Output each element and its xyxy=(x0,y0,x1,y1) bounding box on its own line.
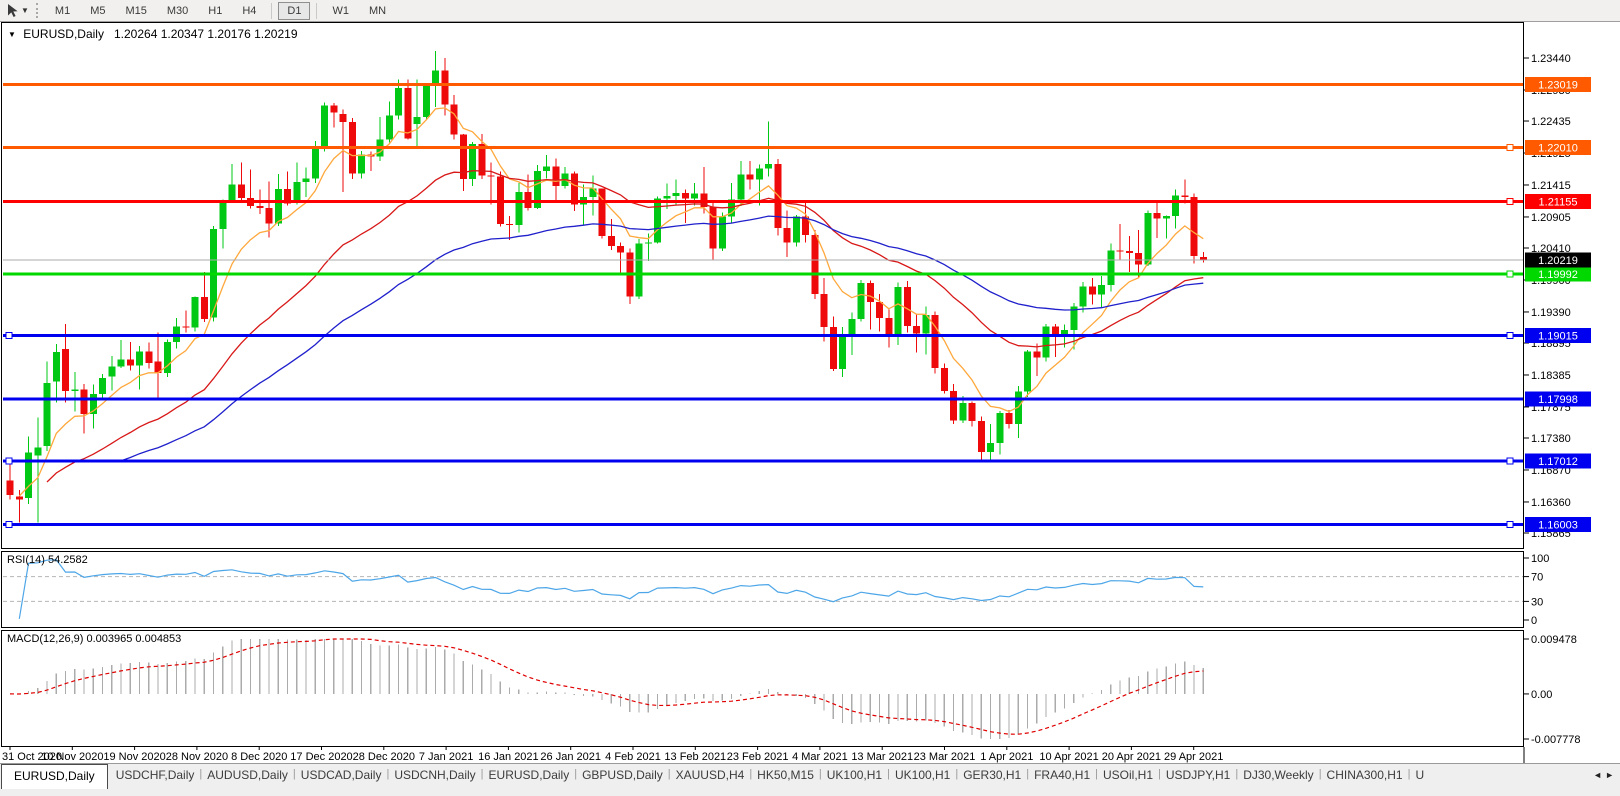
timeframe-button-h4[interactable]: H4 xyxy=(233,2,265,20)
date-axis-label: 10 Apr 2021 xyxy=(1039,751,1098,763)
tab-usdcad-daily[interactable]: USDCAD,Daily xyxy=(296,764,387,785)
cursor-arrow-icon xyxy=(8,4,18,17)
tab-china300-h1[interactable]: CHINA300,H1 xyxy=(1322,764,1408,785)
tab-audusd-daily[interactable]: AUDUSD,Daily xyxy=(202,764,293,785)
svg-text:1.21155: 1.21155 xyxy=(1539,196,1578,208)
main-chart-panel: 1.234401.229301.224351.219251.214151.209… xyxy=(0,22,1620,549)
macd-chart-canvas[interactable]: 0.009478 0.00 -0.007778 xyxy=(0,630,1620,747)
timeframe-button-m1[interactable]: M1 xyxy=(46,2,79,20)
date-axis-label: 28 Dec 2020 xyxy=(353,751,415,763)
svg-text:1.22435: 1.22435 xyxy=(1531,116,1571,128)
tab-usdjpy-h1[interactable]: USDJPY,H1 xyxy=(1161,764,1235,785)
tab-usdcnh-daily[interactable]: USDCNH,Daily xyxy=(389,764,480,785)
date-axis-label: 20 Apr 2021 xyxy=(1102,751,1161,763)
tab-uk100-h1[interactable]: UK100,H1 xyxy=(890,764,955,785)
timeframe-button-m30[interactable]: M30 xyxy=(158,2,197,20)
chart-tab-bar: EURUSD,Daily USDCHF,Daily | AUDUSD,Daily | US… xyxy=(0,763,1620,796)
rsi-panel: 100 70 30 0 RSI(14) 54.2582 xyxy=(0,551,1620,628)
date-axis-label: 29 Apr 2021 xyxy=(1164,751,1223,763)
rsi-axis[interactable]: 100 70 30 0 xyxy=(1524,553,1549,627)
trading-terminal-window: ▼ M1M5M15M30H1H4 D1 W1MN 1.234401.229301.2… xyxy=(0,0,1620,796)
svg-text:1.19390: 1.19390 xyxy=(1531,307,1571,319)
svg-text:1.22010: 1.22010 xyxy=(1538,143,1578,155)
svg-text:100: 100 xyxy=(1531,553,1549,565)
svg-text:1.19015: 1.19015 xyxy=(1538,330,1578,342)
svg-text:1.17998: 1.17998 xyxy=(1538,394,1578,406)
svg-text:1.16360: 1.16360 xyxy=(1531,497,1571,509)
svg-text:1.23019: 1.23019 xyxy=(1538,79,1578,91)
toolbar-grip[interactable] xyxy=(35,3,38,18)
tab-usdchf-daily[interactable]: USDCHF,Daily xyxy=(111,764,200,785)
timeframe-button-w1[interactable]: W1 xyxy=(323,2,358,20)
svg-text:1.18385: 1.18385 xyxy=(1531,370,1571,382)
macd-axis[interactable]: 0.009478 0.00 -0.007778 xyxy=(1524,634,1581,746)
time-axis[interactable]: 31 Oct 202010 Nov 2020 19 Nov 2020 28 Nov … xyxy=(2,747,1525,763)
tab-eurusd-daily[interactable]: EURUSD,Daily xyxy=(484,764,575,785)
tab-fra40-h1[interactable]: FRA40,H1 xyxy=(1029,764,1095,785)
tab-scroll-right-icon[interactable]: ► xyxy=(1605,770,1617,780)
svg-text:1.20219: 1.20219 xyxy=(1538,255,1578,267)
tab-scroll-left-icon[interactable]: ◄ xyxy=(1593,770,1605,780)
svg-text:1.16003: 1.16003 xyxy=(1538,519,1578,531)
date-axis-label: 13 Mar 2021 xyxy=(851,751,913,763)
date-axis-label: 16 Jan 2021 xyxy=(478,751,539,763)
toolbar-separator xyxy=(316,2,318,19)
date-axis-label: 19 Nov 2020 xyxy=(103,751,165,763)
rsi-chart-canvas[interactable]: 100 70 30 0 xyxy=(0,551,1620,628)
macd-panel: 0.009478 0.00 -0.007778 MACD(12,26,9) 0.00… xyxy=(0,630,1620,747)
timeframe-button-m15[interactable]: M15 xyxy=(116,2,155,20)
date-axis-label: 13 Feb 2021 xyxy=(664,751,726,763)
timeframe-button-m5[interactable]: M5 xyxy=(81,2,114,20)
tab-usoil-h1[interactable]: USOil,H1 xyxy=(1098,764,1158,785)
chart-tabs: EURUSD,Daily USDCHF,Daily | AUDUSD,Daily | US… xyxy=(0,764,1620,789)
svg-text:-0.007778: -0.007778 xyxy=(1531,734,1581,746)
tab-uk100-h1[interactable]: UK100,H1 xyxy=(822,764,887,785)
date-axis-label: 4 Feb 2021 xyxy=(605,751,661,763)
tab-eurusd-daily[interactable]: EURUSD,Daily xyxy=(1,764,108,789)
chevron-down-icon[interactable]: ▼ xyxy=(21,6,29,15)
svg-text:1.19992: 1.19992 xyxy=(1538,269,1578,281)
svg-text:1.17012: 1.17012 xyxy=(1538,456,1578,468)
price-chart-canvas[interactable]: 1.234401.229301.224351.219251.214151.209… xyxy=(0,22,1620,549)
timeframe-button-h1[interactable]: H1 xyxy=(199,2,231,20)
svg-text:0.009478: 0.009478 xyxy=(1531,634,1577,646)
date-axis-label: 17 Dec 2020 xyxy=(290,751,352,763)
date-axis-label: 23 Feb 2021 xyxy=(727,751,789,763)
svg-text:70: 70 xyxy=(1531,572,1543,584)
timeframe-button-mn[interactable]: MN xyxy=(360,2,395,20)
date-axis-label: 4 Mar 2021 xyxy=(792,751,848,763)
timeframe-button-d1[interactable]: D1 xyxy=(278,1,311,20)
svg-text:1.23440: 1.23440 xyxy=(1531,53,1571,65)
svg-text:1.17380: 1.17380 xyxy=(1531,433,1571,445)
timeframe-buttons: M1 M5 M15 M30 H1 H4 D1 W1 MN xyxy=(45,0,396,22)
date-axis-label: 23 Mar 2021 xyxy=(914,751,976,763)
tab-scroll-arrows: ◄► xyxy=(1593,770,1617,780)
tab-dj30-weekly[interactable]: DJ30,Weekly xyxy=(1238,764,1318,785)
date-axis-label: 28 Nov 2020 xyxy=(166,751,228,763)
svg-text:30: 30 xyxy=(1531,596,1543,608)
tab-xauusd-h4[interactable]: XAUUSD,H4 xyxy=(671,764,750,785)
tab-hk50-m15[interactable]: HK50,M15 xyxy=(752,764,819,785)
svg-text:0.00: 0.00 xyxy=(1531,689,1552,701)
svg-text:0: 0 xyxy=(1531,615,1537,627)
svg-text:1.20905: 1.20905 xyxy=(1531,212,1571,224)
date-axis-label: 7 Jan 2021 xyxy=(419,751,473,763)
tab-gbpusd-daily[interactable]: GBPUSD,Daily xyxy=(577,764,668,785)
cursor-tool-icon[interactable] xyxy=(3,2,21,20)
tab-ger30-h1[interactable]: GER30,H1 xyxy=(958,764,1026,785)
date-axis[interactable]: 31 Oct 2020 10 Nov 2020 19 Nov 2020 28 Nov … xyxy=(0,747,1620,763)
date-axis-label: 8 Dec 2020 xyxy=(231,751,287,763)
tab-u[interactable]: U xyxy=(1410,764,1429,785)
date-axis-label: 10 Nov 2020 xyxy=(41,751,103,763)
timeframe-toolbar: ▼ M1 M5 M15 M30 H1 H4 D1 W1 MN xyxy=(0,0,1620,22)
toolbar-separator xyxy=(271,2,273,19)
svg-text:1.21415: 1.21415 xyxy=(1531,180,1571,192)
date-axis-label: 26 Jan 2021 xyxy=(540,751,601,763)
date-axis-label: 1 Apr 2021 xyxy=(980,751,1033,763)
